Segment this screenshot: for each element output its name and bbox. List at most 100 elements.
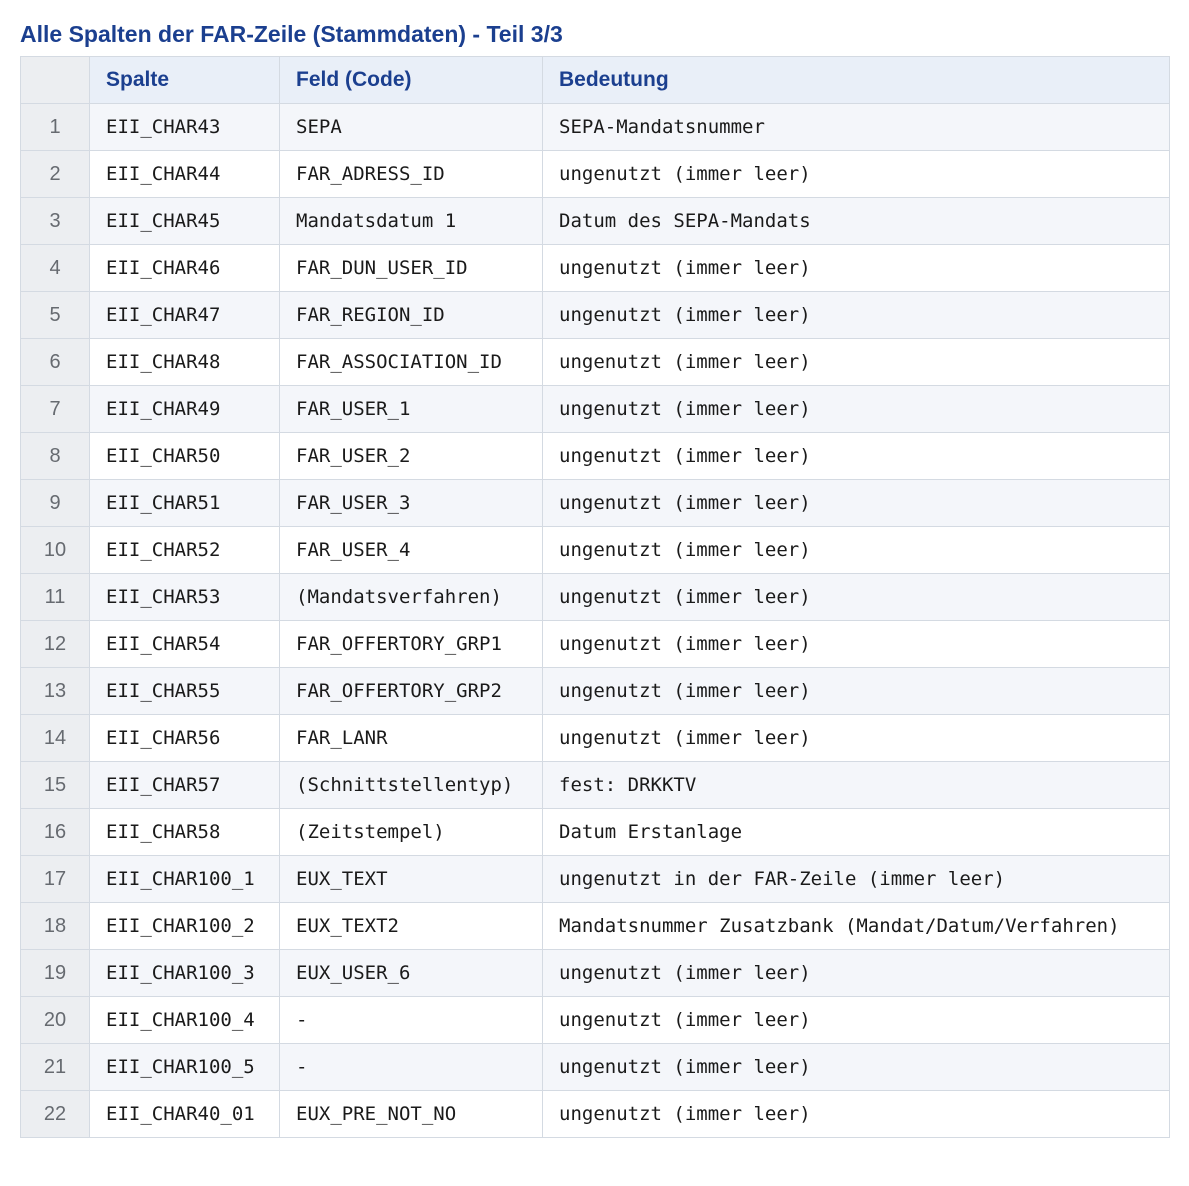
table-body: 1 EII_CHAR43 SEPA SEPA-Mandatsnummer 2 EII_CH… <box>20 103 1170 1138</box>
cell-feld-code: EUX_PRE_NOT_NO <box>279 1090 543 1138</box>
header-row-number <box>20 56 90 104</box>
row-number: 8 <box>20 432 90 480</box>
table-row: 2 EII_CHAR44 FAR_ADRESS_ID ungenutzt (immer… <box>20 150 1170 198</box>
cell-feld-code: Mandatsdatum 1 <box>279 197 543 245</box>
table-row: 11 EII_CHAR53 (Mandatsverfahren) ungenutzt … <box>20 573 1170 621</box>
cell-feld-code: FAR_ADRESS_ID <box>279 150 543 198</box>
cell-feld-code: SEPA <box>279 103 543 151</box>
cell-spalte: EII_CHAR46 <box>89 244 280 292</box>
cell-feld-code: FAR_USER_2 <box>279 432 543 480</box>
row-number: 9 <box>20 479 90 527</box>
cell-spalte: EII_CHAR100_5 <box>89 1043 280 1091</box>
cell-bedeutung: ungenutzt (immer leer) <box>542 526 1170 574</box>
cell-feld-code: FAR_USER_1 <box>279 385 543 433</box>
cell-spalte: EII_CHAR100_2 <box>89 902 280 950</box>
cell-bedeutung: fest: DRKKTV <box>542 761 1170 809</box>
table-row: 15 EII_CHAR57 (Schnittstellentyp) fest: DRK… <box>20 761 1170 809</box>
cell-feld-code: FAR_USER_3 <box>279 479 543 527</box>
table-row: 6 EII_CHAR48 FAR_ASSOCIATION_ID ungenutzt (… <box>20 338 1170 386</box>
row-number: 2 <box>20 150 90 198</box>
cell-feld-code: - <box>279 996 543 1044</box>
cell-spalte: EII_CHAR54 <box>89 620 280 668</box>
row-number: 1 <box>20 103 90 151</box>
row-number: 6 <box>20 338 90 386</box>
cell-bedeutung: ungenutzt (immer leer) <box>542 667 1170 715</box>
cell-spalte: EII_CHAR51 <box>89 479 280 527</box>
cell-bedeutung: ungenutzt (immer leer) <box>542 714 1170 762</box>
row-number: 19 <box>20 949 90 997</box>
cell-bedeutung: ungenutzt (immer leer) <box>542 150 1170 198</box>
cell-bedeutung: ungenutzt (immer leer) <box>542 1043 1170 1091</box>
row-number: 5 <box>20 291 90 339</box>
table-header-row: Spalte Feld (Code) Bedeutung <box>20 56 1170 104</box>
cell-spalte: EII_CHAR57 <box>89 761 280 809</box>
cell-bedeutung: ungenutzt (immer leer) <box>542 385 1170 433</box>
header-spalte: Spalte <box>89 56 280 104</box>
cell-bedeutung: ungenutzt (immer leer) <box>542 1090 1170 1138</box>
table-row: 21 EII_CHAR100_5- ungenutzt (immer leer) <box>20 1043 1170 1091</box>
cell-feld-code: - <box>279 1043 543 1091</box>
table-row: 16 EII_CHAR58 (Zeitstempel) Datum Erstanlag… <box>20 808 1170 856</box>
cell-feld-code: EUX_USER_6 <box>279 949 543 997</box>
row-number: 7 <box>20 385 90 433</box>
cell-spalte: EII_CHAR53 <box>89 573 280 621</box>
table-row: 17 EII_CHAR100_1 EUX_TEXT ungenutzt in der … <box>20 855 1170 903</box>
cell-spalte: EII_CHAR100_3 <box>89 949 280 997</box>
table-row: 1 EII_CHAR43 SEPA SEPA-Mandatsnummer <box>20 103 1170 151</box>
cell-feld-code: FAR_OFFERTORY_GRP2 <box>279 667 543 715</box>
header-bedeutung: Bedeutung <box>542 56 1170 104</box>
row-number: 10 <box>20 526 90 574</box>
cell-bedeutung: ungenutzt (immer leer) <box>542 291 1170 339</box>
cell-spalte: EII_CHAR45 <box>89 197 280 245</box>
cell-spalte: EII_CHAR49 <box>89 385 280 433</box>
table-row: 3 EII_CHAR45 Mandatsdatum 1 Datum des SEPA-… <box>20 197 1170 245</box>
cell-bedeutung: ungenutzt (immer leer) <box>542 244 1170 292</box>
row-number: 17 <box>20 855 90 903</box>
table-row: 22 EII_CHAR40_01 EUX_PRE_NOT_NO ungenutzt (… <box>20 1090 1170 1138</box>
cell-bedeutung: Datum Erstanlage <box>542 808 1170 856</box>
cell-spalte: EII_CHAR43 <box>89 103 280 151</box>
cell-bedeutung: Mandatsnummer Zusatzbank (Mandat/Datum/V… <box>542 902 1170 950</box>
cell-spalte: EII_CHAR40_01 <box>89 1090 280 1138</box>
cell-spalte: EII_CHAR48 <box>89 338 280 386</box>
row-number: 18 <box>20 902 90 950</box>
cell-feld-code: FAR_LANR <box>279 714 543 762</box>
table-row: 13 EII_CHAR55 FAR_OFFERTORY_GRP2 ungenutzt … <box>20 667 1170 715</box>
cell-feld-code: FAR_REGION_ID <box>279 291 543 339</box>
cell-feld-code: (Zeitstempel) <box>279 808 543 856</box>
cell-bedeutung: ungenutzt (immer leer) <box>542 949 1170 997</box>
row-number: 12 <box>20 620 90 668</box>
cell-spalte: EII_CHAR55 <box>89 667 280 715</box>
table-row: 12 EII_CHAR54 FAR_OFFERTORY_GRP1 ungenutzt … <box>20 620 1170 668</box>
row-number: 11 <box>20 573 90 621</box>
cell-spalte: EII_CHAR50 <box>89 432 280 480</box>
cell-bedeutung: ungenutzt (immer leer) <box>542 620 1170 668</box>
table-row: 9 EII_CHAR51 FAR_USER_3 ungenutzt (immer le… <box>20 479 1170 527</box>
cell-bedeutung: ungenutzt (immer leer) <box>542 432 1170 480</box>
cell-spalte: EII_CHAR56 <box>89 714 280 762</box>
row-number: 21 <box>20 1043 90 1091</box>
fields-table: Spalte Feld (Code) Bedeutung 1 EII_CHAR43… <box>20 56 1170 1138</box>
cell-feld-code: FAR_OFFERTORY_GRP1 <box>279 620 543 668</box>
cell-bedeutung: ungenutzt (immer leer) <box>542 996 1170 1044</box>
row-number: 13 <box>20 667 90 715</box>
cell-bedeutung: ungenutzt (immer leer) <box>542 573 1170 621</box>
row-number: 16 <box>20 808 90 856</box>
row-number: 14 <box>20 714 90 762</box>
cell-bedeutung: ungenutzt in der FAR-Zeile (immer leer) <box>542 855 1170 903</box>
cell-spalte: EII_CHAR44 <box>89 150 280 198</box>
cell-spalte: EII_CHAR100_4 <box>89 996 280 1044</box>
table-row: 7 EII_CHAR49 FAR_USER_1 ungenutzt (immer le… <box>20 385 1170 433</box>
header-feld-code: Feld (Code) <box>279 56 543 104</box>
table-row: 4 EII_CHAR46 FAR_DUN_USER_ID ungenutzt (imm… <box>20 244 1170 292</box>
cell-bedeutung: ungenutzt (immer leer) <box>542 479 1170 527</box>
row-number: 15 <box>20 761 90 809</box>
cell-spalte: EII_CHAR100_1 <box>89 855 280 903</box>
table-row: 18 EII_CHAR100_2 EUX_TEXT2 Mandatsnummer Zu… <box>20 902 1170 950</box>
row-number: 3 <box>20 197 90 245</box>
page-title: Alle Spalten der FAR-Zeile (Stammdaten) … <box>20 21 563 47</box>
row-number: 4 <box>20 244 90 292</box>
cell-spalte: EII_CHAR58 <box>89 808 280 856</box>
table-row: 19 EII_CHAR100_3 EUX_USER_6 ungenutzt (imme… <box>20 949 1170 997</box>
table-row: 20 EII_CHAR100_4- ungenutzt (immer leer) <box>20 996 1170 1044</box>
